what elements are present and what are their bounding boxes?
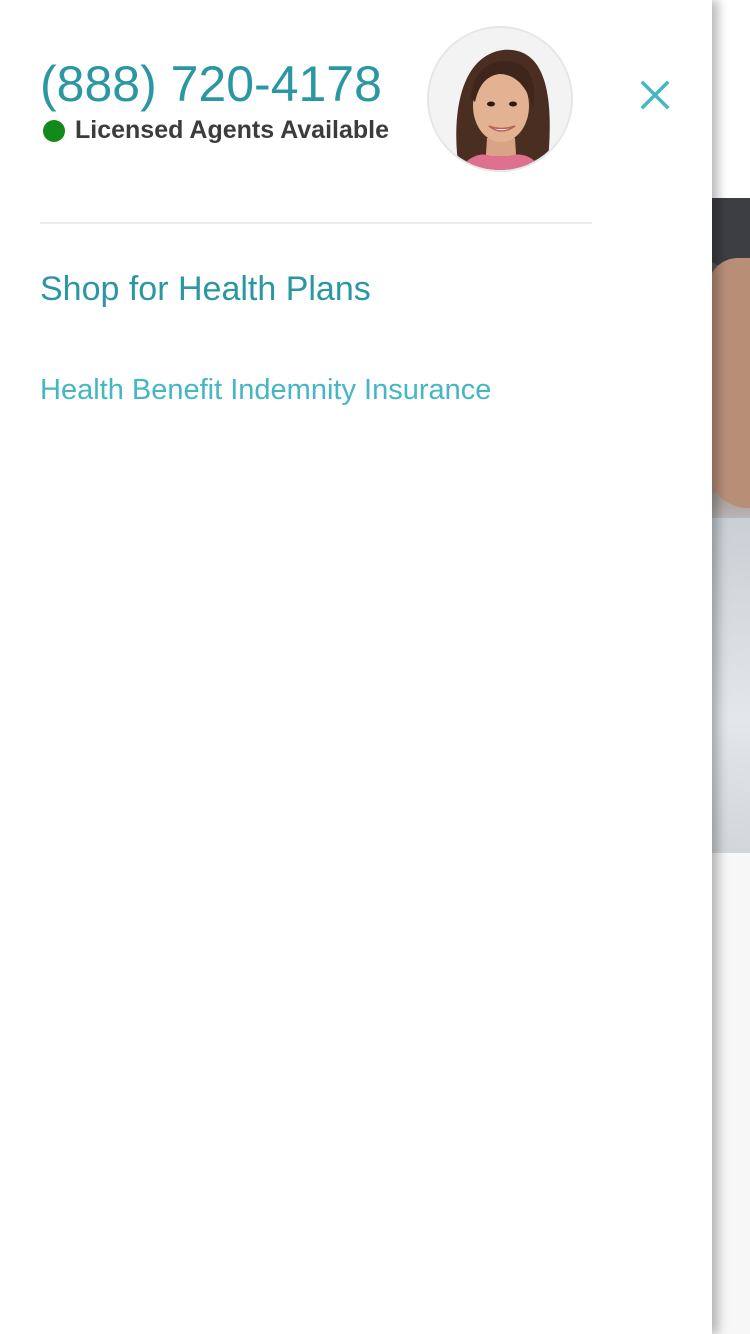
screen: (888) 720-4178 Licensed Agents Available [0, 0, 750, 1334]
divider [40, 222, 592, 224]
close-button[interactable] [630, 70, 680, 120]
agents-available-label: Licensed Agents Available [75, 116, 389, 144]
agent-photo-icon [429, 28, 571, 170]
agent-avatar [427, 26, 573, 172]
close-icon [640, 80, 670, 110]
phone-number-link[interactable]: (888) 720-4178 [40, 54, 382, 114]
agents-availability: Licensed Agents Available [43, 116, 389, 145]
status-dot-icon [43, 119, 65, 142]
nav-link-health-benefit-indemnity[interactable]: Health Benefit Indemnity Insurance [40, 368, 491, 412]
nav-link-shop-health-plans[interactable]: Shop for Health Plans [40, 264, 371, 314]
navigation-drawer: (888) 720-4178 Licensed Agents Available [0, 0, 712, 1334]
